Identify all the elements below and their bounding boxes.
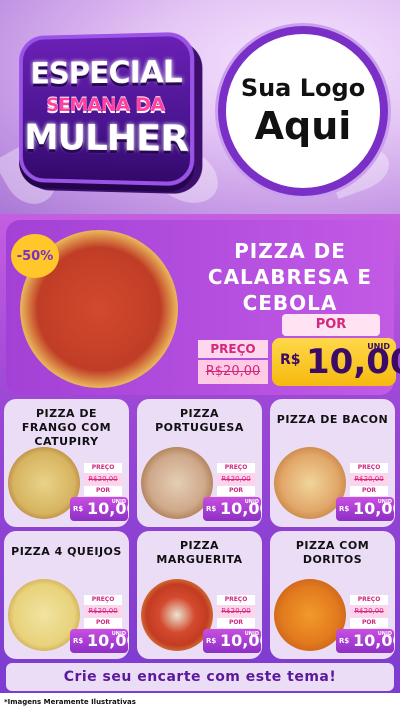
por-label: POR <box>84 618 122 628</box>
preco-label: PREÇO <box>84 463 122 473</box>
currency: R$ <box>339 637 350 645</box>
logo-text-line-1: Sua Logo <box>240 74 366 102</box>
unit-label: UNID <box>377 499 392 505</box>
product-card[interactable]: PIZZA COM DORITOS PREÇO R$20,00 POR R$ 1… <box>270 531 395 659</box>
new-price: R$ 10,00 UNID <box>70 497 129 521</box>
featured-title-line-2: CALABRESA E <box>207 265 373 289</box>
old-price: R$20,00 <box>198 360 268 384</box>
badge-line-1: ESPECIAL <box>30 54 182 92</box>
cta-banner[interactable]: Crie seu encarte com este tema! <box>6 663 394 691</box>
product-title: PIZZA DE FRANGO COM CATUPIRY <box>21 407 112 448</box>
unit-label: UNID <box>111 499 126 505</box>
old-price: R$20,00 <box>84 606 122 617</box>
old-price: R$20,00 <box>84 474 122 485</box>
preco-label: PREÇO <box>84 595 122 605</box>
badge-line-2: SEMANA DA <box>46 93 165 117</box>
logo-text-line-2: Aqui <box>254 104 352 148</box>
price-block: PREÇO R$20,00 POR R$ 10,00 UNID <box>203 595 262 655</box>
product-card[interactable]: PIZZA PORTUGUESA PREÇO R$20,00 POR R$ 10… <box>137 399 262 527</box>
price-block: PREÇO R$20,00 POR R$ 10,00 UNID <box>70 463 129 523</box>
por-label: POR <box>282 314 380 336</box>
unit-label: UNID <box>111 631 126 637</box>
preco-label: PREÇO <box>217 595 255 605</box>
price-block: PREÇO R$20,00 POR R$ 10,00 UNID <box>203 463 262 523</box>
new-price: R$ 10,00 UNID <box>272 338 400 386</box>
price-block: PREÇO R$20,00 POR R$ 10,00 UNID <box>70 595 129 655</box>
old-price: R$20,00 <box>217 474 255 485</box>
por-label: POR <box>84 486 122 496</box>
new-price: R$ 10,00 UNID <box>203 497 262 521</box>
new-price-currency: R$ <box>280 352 301 368</box>
new-price: R$ 10,00 UNID <box>336 497 395 521</box>
currency: R$ <box>206 637 217 645</box>
old-price-value: 20,00 <box>223 364 261 379</box>
currency: R$ <box>206 505 217 513</box>
old-price: R$20,00 <box>350 474 388 485</box>
product-title: PIZZA 4 QUEIJOS <box>11 545 122 558</box>
por-label: POR <box>217 618 255 628</box>
badge-line-3: MULHER <box>24 117 189 161</box>
product-card[interactable]: PIZZA MARGUERITA PREÇO R$20,00 POR R$ 10… <box>137 531 262 659</box>
new-price: R$ 10,00 UNID <box>203 629 262 653</box>
featured-title-line-3: CEBOLA <box>242 291 338 315</box>
product-title: PIZZA MARGUERITA <box>156 539 243 566</box>
product-title: PIZZA COM DORITOS <box>295 539 370 566</box>
por-label: POR <box>217 486 255 496</box>
old-price: R$20,00 <box>217 606 255 617</box>
product-title: PIZZA PORTUGUESA <box>155 407 244 434</box>
currency: R$ <box>339 505 350 513</box>
currency: R$ <box>73 637 84 645</box>
new-price: R$ 10,00 UNID <box>336 629 395 653</box>
event-badge: ESPECIAL SEMANA DA MULHER <box>12 28 203 198</box>
product-card[interactable]: PIZZA DE FRANGO COM CATUPIRY PREÇO R$20,… <box>4 399 129 527</box>
product-card[interactable]: PIZZA 4 QUEIJOS PREÇO R$20,00 POR R$ 10,… <box>4 531 129 659</box>
featured-title-line-1: PIZZA DE <box>234 239 346 263</box>
preco-label: PREÇO <box>350 595 388 605</box>
currency: R$ <box>73 505 84 513</box>
product-title: PIZZA DE BACON <box>276 413 389 426</box>
logo-placeholder[interactable]: Sua Logo Aqui <box>218 26 388 196</box>
header: ESPECIAL SEMANA DA MULHER Sua Logo Aqui <box>0 0 400 214</box>
unit-label: UNID <box>244 499 259 505</box>
preco-label: PREÇO <box>198 340 268 358</box>
disclaimer: *Imagens Meramente Ilustrativas <box>0 693 400 711</box>
unit-label: UNID <box>244 631 259 637</box>
featured-offer[interactable]: -50% PIZZA DE CALABRESA E CEBOLA POR PRE… <box>6 220 400 395</box>
featured-title: PIZZA DE CALABRESA E CEBOLA <box>192 238 388 316</box>
por-label: POR <box>350 618 388 628</box>
discount-badge: -50% <box>11 234 59 278</box>
preco-label: PREÇO <box>217 463 255 473</box>
offers-area: -50% PIZZA DE CALABRESA E CEBOLA POR PRE… <box>0 214 400 711</box>
old-price: R$20,00 <box>350 606 388 617</box>
unit-label: UNID <box>367 342 390 351</box>
price-block: PREÇO R$20,00 POR R$ 10,00 UNID <box>336 463 395 523</box>
price-block: PREÇO R$20,00 POR R$ 10,00 UNID <box>336 595 395 655</box>
por-label: POR <box>350 486 388 496</box>
featured-price-block: POR PREÇO R$20,00 R$ 10,00 UNID <box>196 314 400 386</box>
product-card[interactable]: PIZZA DE BACON PREÇO R$20,00 POR R$ 10,0… <box>270 399 395 527</box>
new-price: R$ 10,00 UNID <box>70 629 129 653</box>
unit-label: UNID <box>377 631 392 637</box>
preco-label: PREÇO <box>350 463 388 473</box>
old-price-currency: R$ <box>205 364 224 379</box>
